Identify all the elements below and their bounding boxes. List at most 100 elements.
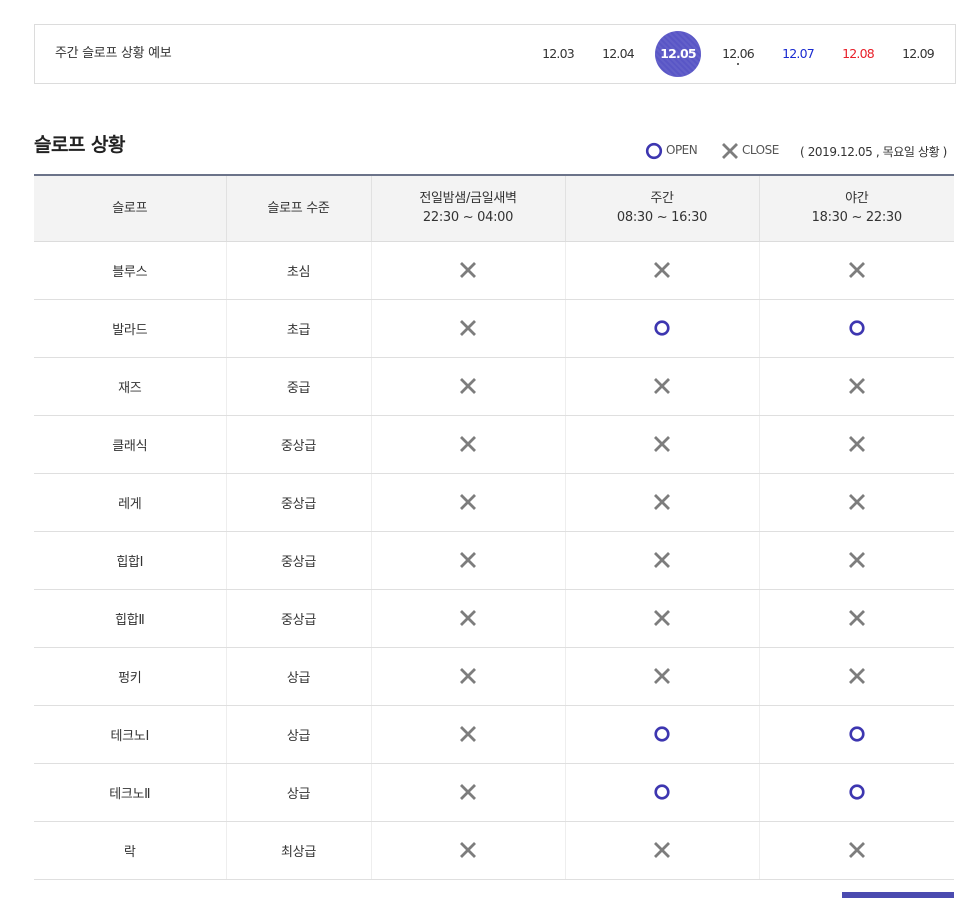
slope-name-cell: 힙합Ⅰ: [34, 531, 226, 590]
overnight-status-cell: [370, 415, 565, 474]
overnight-status-cell: [370, 647, 565, 706]
slope-level-cell: 초급: [225, 299, 371, 358]
slope-level-cell: 중상급: [225, 415, 371, 474]
forecast-date-3[interactable]: 12.06: [715, 31, 761, 77]
table-header-row: 슬로프 슬로프 수준 전일밤샘/금일새벽 22:30 ~ 04:00 주간 08…: [34, 174, 954, 242]
night-status-cell: [758, 241, 954, 300]
weekly-forecast-bar: 주간 슬로프 상황 예보 12.03 12.04 12.05 12.06 12.07 12…: [34, 24, 956, 84]
open-circle-icon: [654, 726, 670, 742]
night-status-cell: [758, 415, 954, 474]
night-status-cell: [758, 473, 954, 532]
close-x-icon: [460, 726, 476, 742]
slope-level-cell: 초심: [225, 241, 371, 300]
forecast-date-label: 12.04: [602, 46, 635, 61]
night-status-cell: [758, 763, 954, 822]
night-status-cell: [758, 299, 954, 358]
close-x-icon: [848, 842, 865, 858]
slope-level-cell: 상급: [225, 705, 371, 764]
header-night: 야간 18:30 ~ 22:30: [758, 174, 954, 242]
table-row: 블루스 초심: [34, 241, 954, 300]
close-x-icon: [460, 436, 476, 452]
slope-name-cell: 레게: [34, 473, 226, 532]
night-status-cell: [758, 357, 954, 416]
section-title: 슬로프 상황: [34, 134, 126, 156]
day-status-cell: [564, 647, 759, 706]
close-x-icon: [460, 320, 476, 336]
overnight-status-cell: [370, 357, 565, 416]
slope-name-cell: 재즈: [34, 357, 226, 416]
overnight-status-cell: [370, 589, 565, 648]
overnight-status-cell: [370, 473, 565, 532]
header-day-label: 주간: [650, 191, 674, 207]
header-night-label: 야간: [845, 191, 869, 207]
status-date: ( 2019.12.05 , 목요일 상황 ): [800, 145, 947, 159]
day-status-cell: [564, 705, 759, 764]
table-row: 힙합Ⅱ 중상급: [34, 589, 954, 648]
forecast-date-5[interactable]: 12.08: [835, 31, 881, 77]
forecast-date-4[interactable]: 12.07: [775, 31, 821, 77]
close-x-icon: [848, 552, 865, 568]
slope-name-cell: 힙합Ⅱ: [34, 589, 226, 648]
close-x-icon: [654, 610, 670, 626]
day-status-cell: [564, 821, 759, 880]
close-x-icon: [460, 610, 476, 626]
header-night-time: 18:30 ~ 22:30: [811, 210, 902, 226]
forecast-date-label: 12.05: [660, 46, 696, 61]
header-overnight-time: 22:30 ~ 04:00: [422, 210, 514, 226]
day-status-cell: [564, 589, 759, 648]
close-x-icon: [848, 494, 865, 510]
day-status-cell: [564, 473, 759, 532]
night-status-cell: [758, 647, 954, 706]
slope-name-cell: 클래식: [34, 415, 226, 474]
bottom-button-edge[interactable]: [842, 892, 954, 898]
table-row: 테크노Ⅱ 상급: [34, 763, 954, 822]
overnight-status-cell: [370, 763, 565, 822]
close-x-icon: [460, 378, 476, 394]
open-circle-icon: [849, 320, 865, 336]
day-status-cell: [564, 241, 759, 300]
slope-level-cell: 중상급: [225, 589, 371, 648]
slope-name-cell: 펑키: [34, 647, 226, 706]
slope-status-table: 슬로프 슬로프 수준 전일밤샘/금일새벽 22:30 ~ 04:00 주간 08…: [34, 174, 954, 880]
forecast-date-6[interactable]: 12.09: [895, 31, 941, 77]
overnight-status-cell: [370, 241, 565, 300]
forecast-date-1[interactable]: 12.04: [595, 31, 641, 77]
night-status-cell: [758, 531, 954, 590]
overnight-status-cell: [370, 821, 565, 880]
today-dot: [737, 63, 739, 65]
slope-name-cell: 블루스: [34, 241, 226, 300]
forecast-date-label: 12.09: [902, 46, 935, 61]
close-x-icon: [722, 143, 738, 159]
close-x-icon: [654, 436, 670, 452]
close-x-icon: [848, 436, 865, 452]
day-status-cell: [564, 357, 759, 416]
close-x-icon: [848, 610, 865, 626]
forecast-date-2[interactable]: 12.05: [655, 31, 701, 77]
close-x-icon: [460, 668, 476, 684]
night-status-cell: [758, 821, 954, 880]
close-x-icon: [654, 842, 670, 858]
table-row: 펑키 상급: [34, 647, 954, 706]
slope-name-cell: 락: [34, 821, 226, 880]
night-status-cell: [758, 705, 954, 764]
open-circle-icon: [849, 726, 865, 742]
forecast-title: 주간 슬로프 상황 예보: [55, 46, 172, 61]
forecast-date-0[interactable]: 12.03: [535, 31, 581, 77]
forecast-date-label: 12.07: [782, 46, 815, 61]
day-status-cell: [564, 299, 759, 358]
close-x-icon: [848, 262, 865, 278]
slope-name-cell: 발라드: [34, 299, 226, 358]
close-x-icon: [654, 262, 670, 278]
legend-open-label: OPEN: [666, 143, 698, 157]
close-x-icon: [460, 842, 476, 858]
open-circle-icon: [654, 784, 670, 800]
table-row: 힙합Ⅰ 중상급: [34, 531, 954, 590]
close-x-icon: [460, 552, 476, 568]
close-x-icon: [654, 668, 670, 684]
close-x-icon: [460, 494, 476, 510]
open-circle-icon: [849, 784, 865, 800]
forecast-date-label: 12.06: [722, 46, 755, 61]
slope-level-cell: 중상급: [225, 531, 371, 590]
table-row: 레게 중상급: [34, 473, 954, 532]
day-status-cell: [564, 531, 759, 590]
